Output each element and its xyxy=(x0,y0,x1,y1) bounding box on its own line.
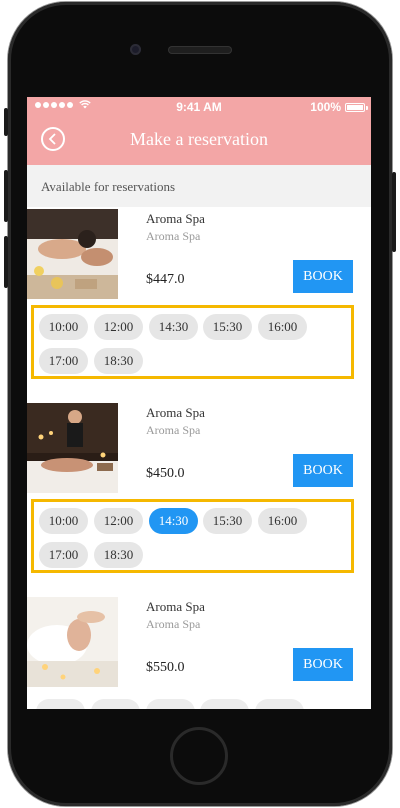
time-slot[interactable]: 14:30 xyxy=(149,314,198,340)
spa-photo xyxy=(27,209,118,299)
time-slots: 10:00 12:00 14:30 15:30 16:00 17:00 18:3… xyxy=(31,305,354,379)
listing-card: Aroma Spa Aroma Spa $447.0 BOOK 10:00 12… xyxy=(27,209,371,385)
book-button[interactable]: BOOK xyxy=(293,260,353,293)
page-title: Make a reservation xyxy=(130,129,268,149)
time-slot[interactable]: 10:00 xyxy=(39,508,88,534)
time-slot-partial[interactable] xyxy=(200,699,249,709)
silent-switch xyxy=(4,108,8,136)
spa-photo xyxy=(27,597,118,687)
time-slot[interactable]: 16:00 xyxy=(258,314,307,340)
listing-name: Aroma Spa xyxy=(146,211,205,226)
listing-price: $550.0 xyxy=(146,660,185,675)
front-camera xyxy=(130,44,141,55)
time-slot[interactable]: 18:30 xyxy=(94,542,143,568)
listing-subtitle: Aroma Spa xyxy=(146,423,201,437)
time-slot[interactable]: 17:00 xyxy=(39,348,88,374)
battery-icon xyxy=(345,102,368,112)
time-slots: 10:00 12:00 14:30 15:30 16:00 17:00 18:3… xyxy=(31,499,354,573)
volume-down-button xyxy=(4,236,8,288)
time-slot-partial[interactable] xyxy=(255,699,304,709)
book-button[interactable]: BOOK xyxy=(293,454,353,487)
listing-subtitle: Aroma Spa xyxy=(146,229,201,243)
status-bar: 9:41 AM 100% xyxy=(27,97,371,117)
listing-card: Aroma Spa Aroma Spa $450.0 BOOK 10:00 12… xyxy=(27,403,371,579)
time-slot[interactable]: 12:00 xyxy=(94,508,143,534)
time-slot[interactable]: 15:30 xyxy=(203,508,252,534)
listing-name: Aroma Spa xyxy=(146,599,205,614)
book-button[interactable]: BOOK xyxy=(293,648,353,681)
time-slot[interactable]: 12:00 xyxy=(94,314,143,340)
listing-price: $450.0 xyxy=(146,466,185,481)
time-slot[interactable]: 18:30 xyxy=(94,348,143,374)
time-slot-selected[interactable]: 14:30 xyxy=(149,508,198,534)
app-header: Make a reservation xyxy=(27,117,371,165)
time-slot-partial[interactable] xyxy=(91,699,140,709)
time-slot-partial[interactable] xyxy=(36,699,85,709)
spa-photo xyxy=(27,403,118,493)
time-slot[interactable]: 10:00 xyxy=(39,314,88,340)
listing-subtitle: Aroma Spa xyxy=(146,617,201,631)
listing-price: $447.0 xyxy=(146,272,185,287)
section-header: Available for reservations xyxy=(27,165,371,207)
home-button[interactable] xyxy=(170,727,228,785)
time-slot[interactable]: 16:00 xyxy=(258,508,307,534)
power-button xyxy=(392,172,396,252)
earpiece-speaker xyxy=(168,46,232,54)
battery-percent: 100% xyxy=(310,100,341,114)
time-slot[interactable]: 15:30 xyxy=(203,314,252,340)
section-label: Available for reservations xyxy=(41,179,176,194)
time-slot[interactable]: 17:00 xyxy=(39,542,88,568)
app-screen: 9:41 AM 100% Make a reservation Availabl… xyxy=(27,97,371,709)
listing-name: Aroma Spa xyxy=(146,405,205,420)
time-slot-partial[interactable] xyxy=(146,699,195,709)
volume-up-button xyxy=(4,170,8,222)
listing-card: Aroma Spa Aroma Spa $550.0 BOOK xyxy=(27,597,371,709)
